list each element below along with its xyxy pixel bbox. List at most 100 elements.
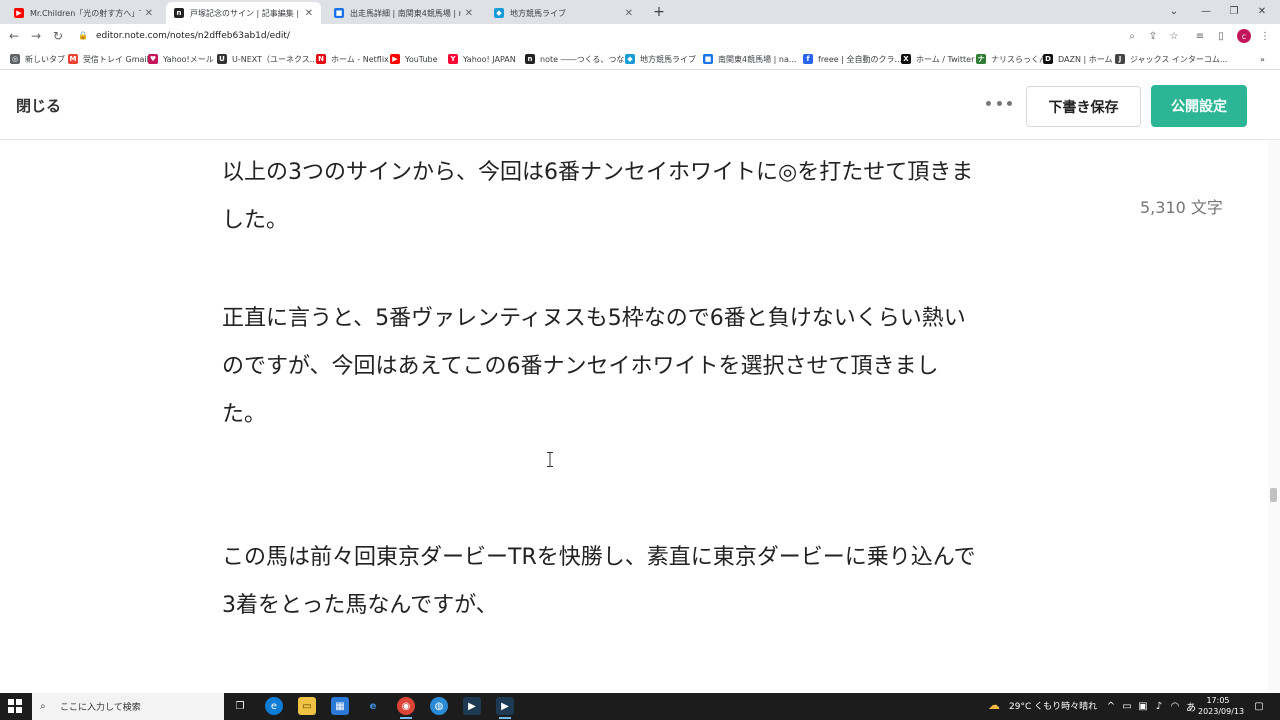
bookmark-label: note ――つくる、つな... (540, 54, 633, 64)
tab-close-icon[interactable]: ✕ (145, 8, 153, 19)
app-icon-1[interactable]: ▶ (463, 697, 481, 715)
forward-icon[interactable]: → (28, 28, 44, 44)
scrollbar-track[interactable] (1268, 140, 1280, 693)
article-body[interactable]: 以上の3つのサインから、今回は6番ナンセイホワイトに◎を打たせて頂きま した。 … (222, 140, 1052, 693)
address-bar[interactable]: 🔒 editor.note.com/notes/n2dffeb63ab1d/ed… (72, 27, 1202, 45)
publish-settings-button[interactable]: 公開設定 (1151, 85, 1247, 127)
file-explorer-icon[interactable]: ▭ (298, 697, 316, 715)
bookmark-label: 南関東4競馬場 | na... (718, 54, 797, 64)
tab-favicon-icon: n (174, 8, 184, 18)
new-tab-button[interactable]: + (650, 3, 668, 21)
taskbar-search[interactable]: ⌕ ここに入力して検索 (32, 693, 224, 720)
bookmark-star-icon[interactable]: ☆ (1167, 28, 1181, 44)
profile-avatar[interactable]: c (1237, 29, 1251, 43)
tab-favicon-icon: ■ (334, 8, 344, 18)
ie-icon[interactable]: e (364, 697, 382, 715)
ime-indicator[interactable]: あ (1184, 698, 1198, 714)
browser-toolbar: ← → ↻ 🔒 editor.note.com/notes/n2dffeb63a… (0, 24, 1280, 48)
store-icon[interactable]: ▦ (331, 697, 349, 715)
bookmark-favicon-icon: U (217, 54, 227, 64)
bookmark-item[interactable]: M 受信トレイ Gmail (68, 52, 149, 66)
task-view-icon[interactable]: ❐ (231, 697, 249, 715)
tab-close-icon[interactable]: ✕ (305, 8, 313, 19)
bookmarks-bar: ◎ 新しいタブ M 受信トレイ Gmail ♥ Yahoo!メール U U-NEXT（ユーネク… (0, 48, 1280, 70)
save-draft-button[interactable]: 下書き保存 (1026, 86, 1141, 127)
scrollbar-thumb[interactable] (1270, 488, 1277, 502)
close-window-icon[interactable]: ✕ (1252, 2, 1272, 20)
bookmark-item[interactable]: X ホーム / Twitter (901, 52, 974, 66)
volume-icon[interactable]: ♪ (1152, 698, 1166, 714)
tab-close-icon[interactable]: ✕ (625, 8, 633, 19)
battery-icon[interactable]: ▭ (1120, 698, 1134, 714)
bookmark-favicon-icon: n (525, 54, 535, 64)
bookmark-favicon-icon: f (803, 54, 813, 64)
tab-1[interactable]: ▶ Mr.Children「光の射す方へ」Tour2 ✕ (6, 2, 161, 24)
bookmark-label: Yahoo! JAPAN (463, 54, 516, 64)
minimize-icon[interactable]: — (1196, 2, 1216, 20)
bookmark-label: 受信トレイ Gmail (83, 54, 149, 64)
bookmark-item[interactable]: Y Yahoo! JAPAN (448, 52, 516, 66)
char-count: 5,310 文字 (1140, 198, 1223, 217)
lock-icon: 🔒 (78, 31, 88, 40)
network-icon[interactable]: ▣ (1136, 698, 1150, 714)
bookmark-item[interactable]: N ホーム - Netflix (316, 52, 389, 66)
bookmark-item[interactable]: J ジャックス インターコム... (1115, 52, 1228, 66)
tray-chevron-icon[interactable]: ^ (1104, 698, 1118, 714)
tab-4[interactable]: ◆ 地方競馬ライブ ✕ (486, 2, 641, 24)
tab-2[interactable]: n 戸塚記念のサイン | 記事編集 | note ✕ (166, 2, 321, 24)
paragraph-1[interactable]: 以上の3つのサインから、今回は6番ナンセイホワイトに◎を打たせて頂きま した。 (222, 149, 973, 245)
bookmark-label: YouTube (405, 54, 438, 64)
close-button[interactable]: 閉じる (16, 95, 61, 116)
chrome-icon[interactable]: ◉ (397, 697, 415, 719)
tab-title: 出走馬詳細 | 南関東4競馬場 | na (350, 8, 461, 18)
tab-search-icon[interactable]: ⌄ (1164, 2, 1184, 20)
bookmark-favicon-icon: ◎ (10, 54, 20, 64)
search-icon: ⌕ (40, 700, 46, 712)
menu-kebab-icon[interactable]: ⋮ (1258, 28, 1272, 44)
notification-icon[interactable]: ▢ (1252, 699, 1266, 713)
back-icon[interactable]: ← (6, 28, 22, 44)
paragraph-3[interactable]: この馬は前々回東京ダービーTRを快勝し、素直に東京ダービーに乗り込んで 3着をと… (222, 534, 976, 630)
bookmark-item[interactable]: f freee | 全自動のクラ... (803, 52, 902, 66)
globe-icon[interactable]: ◍ (430, 697, 448, 715)
windows-start-icon[interactable] (8, 699, 22, 713)
bookmark-item[interactable]: ♥ Yahoo!メール (148, 52, 214, 66)
more-bookmarks-icon[interactable]: » (1260, 52, 1265, 66)
more-options-icon[interactable] (986, 95, 1012, 111)
bookmark-item[interactable]: ナナリスらっくん (976, 52, 1047, 66)
wifi-icon[interactable]: ◠ (1168, 698, 1182, 714)
bookmark-label: DAZN | ホーム (1058, 54, 1113, 64)
tab-3[interactable]: ■ 出走馬詳細 | 南関東4競馬場 | na ✕ (326, 2, 481, 24)
weather-widget[interactable]: ☁ 29°C くもり時々晴れ (988, 698, 1097, 712)
side-panel-icon[interactable]: ▯ (1214, 28, 1228, 44)
zoom-icon[interactable]: ⌕ (1125, 28, 1139, 44)
bookmark-label: U-NEXT（ユーネクス... (232, 54, 318, 64)
tab-favicon-icon: ▶ (14, 8, 24, 18)
bookmark-item[interactable]: ◆ 地方競馬ライブ (625, 52, 696, 66)
bookmark-item[interactable]: ▶ YouTube (390, 52, 438, 66)
bookmark-item[interactable]: D DAZN | ホーム (1043, 52, 1113, 66)
bookmark-favicon-icon: ♥ (148, 54, 158, 64)
restore-icon[interactable]: ❐ (1224, 2, 1244, 20)
bookmark-favicon-icon: N (316, 54, 326, 64)
edge-icon[interactable]: e (265, 697, 283, 715)
share-icon[interactable]: ⇪ (1146, 28, 1160, 44)
reading-list-icon[interactable]: ≡ (1193, 28, 1207, 44)
search-placeholder: ここに入力して検索 (60, 703, 141, 713)
bookmark-favicon-icon: ナ (976, 54, 986, 64)
bookmark-favicon-icon: ▶ (390, 54, 400, 64)
bookmark-item[interactable]: ■ 南関東4競馬場 | na... (703, 52, 796, 66)
weather-icon: ☁ (988, 698, 1000, 712)
tab-title: 戸塚記念のサイン | 記事編集 | note (190, 8, 301, 18)
bookmark-favicon-icon: M (68, 54, 78, 64)
bookmark-favicon-icon: D (1043, 54, 1053, 64)
bookmark-item[interactable]: n note ――つくる、つな... (525, 52, 632, 66)
tab-close-icon[interactable]: ✕ (465, 8, 473, 19)
bookmark-item[interactable]: U U-NEXT（ユーネクス... (217, 52, 317, 66)
text-cursor-icon (547, 452, 553, 467)
bookmark-item[interactable]: ◎ 新しいタブ (10, 52, 65, 66)
reload-icon[interactable]: ↻ (50, 28, 66, 44)
clock[interactable]: 17:05 2023/09/13 (1198, 695, 1244, 717)
paragraph-2[interactable]: 正直に言うと、5番ヴァレンティヌスも5枠なので6番と負けないくらい熱い のですが… (222, 295, 966, 439)
app-icon-2[interactable]: ▶ (496, 697, 514, 719)
